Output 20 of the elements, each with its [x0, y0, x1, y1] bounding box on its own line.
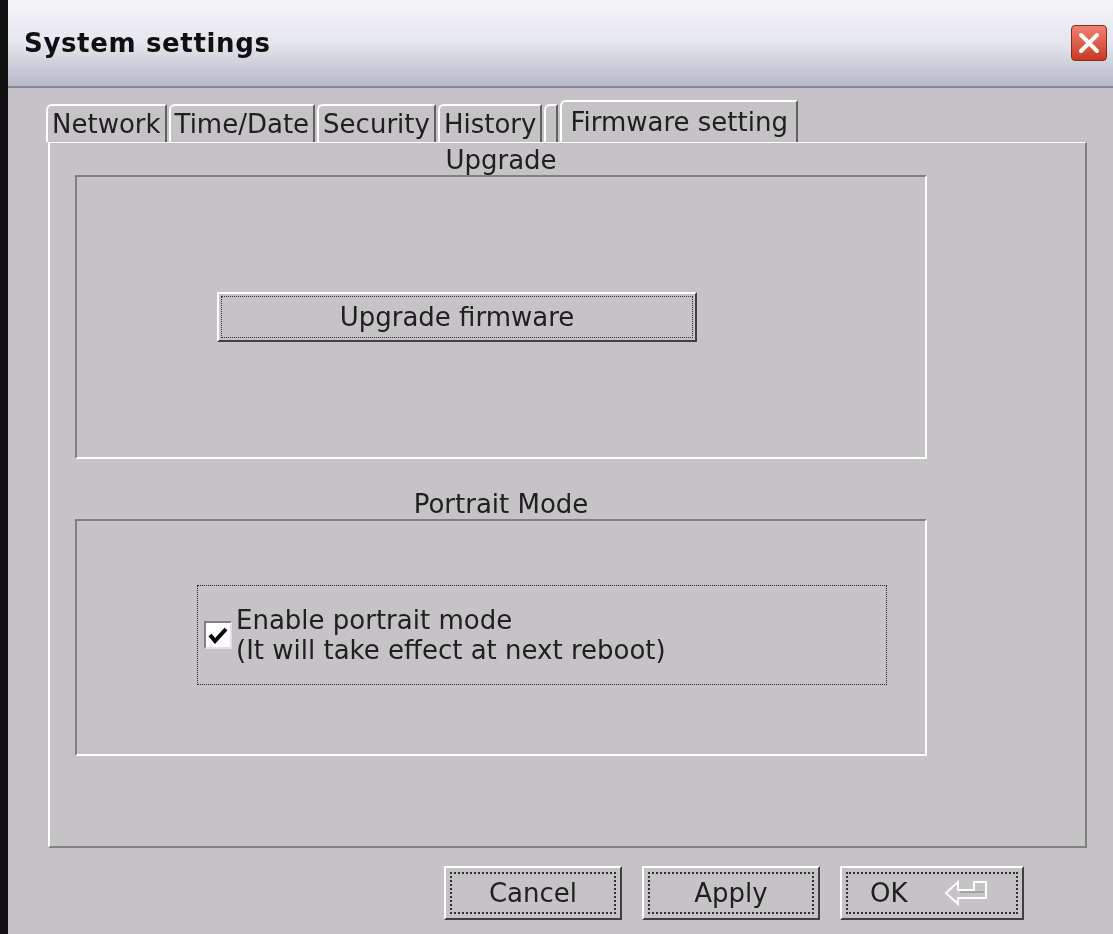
- close-button[interactable]: [1071, 25, 1107, 61]
- tab[interactable]: Firmware setting: [560, 100, 798, 142]
- enter-icon: [943, 879, 990, 907]
- ok-button[interactable]: OK: [840, 866, 1024, 920]
- check-icon: [208, 626, 228, 644]
- checkbox-note: (It will take effect at next reboot): [236, 635, 666, 665]
- tab[interactable]: [544, 104, 559, 142]
- dialog-button[interactable]: Cancel: [444, 866, 622, 920]
- dialog-button[interactable]: Apply: [642, 866, 820, 920]
- checkbox[interactable]: [204, 621, 232, 649]
- tab[interactable]: History: [437, 104, 543, 142]
- tab[interactable]: Security: [317, 104, 436, 142]
- tab[interactable]: Network: [46, 104, 167, 142]
- window-title: System settings: [24, 26, 271, 60]
- upgrade-firmware-button[interactable]: Upgrade firmware: [217, 292, 697, 342]
- checkbox-label: Enable portrait mode: [236, 605, 514, 635]
- close-icon: [1077, 31, 1101, 55]
- tab[interactable]: Time/Date: [168, 104, 316, 142]
- group-title: Upgrade: [445, 145, 557, 175]
- group-title: Portrait Mode: [413, 489, 589, 519]
